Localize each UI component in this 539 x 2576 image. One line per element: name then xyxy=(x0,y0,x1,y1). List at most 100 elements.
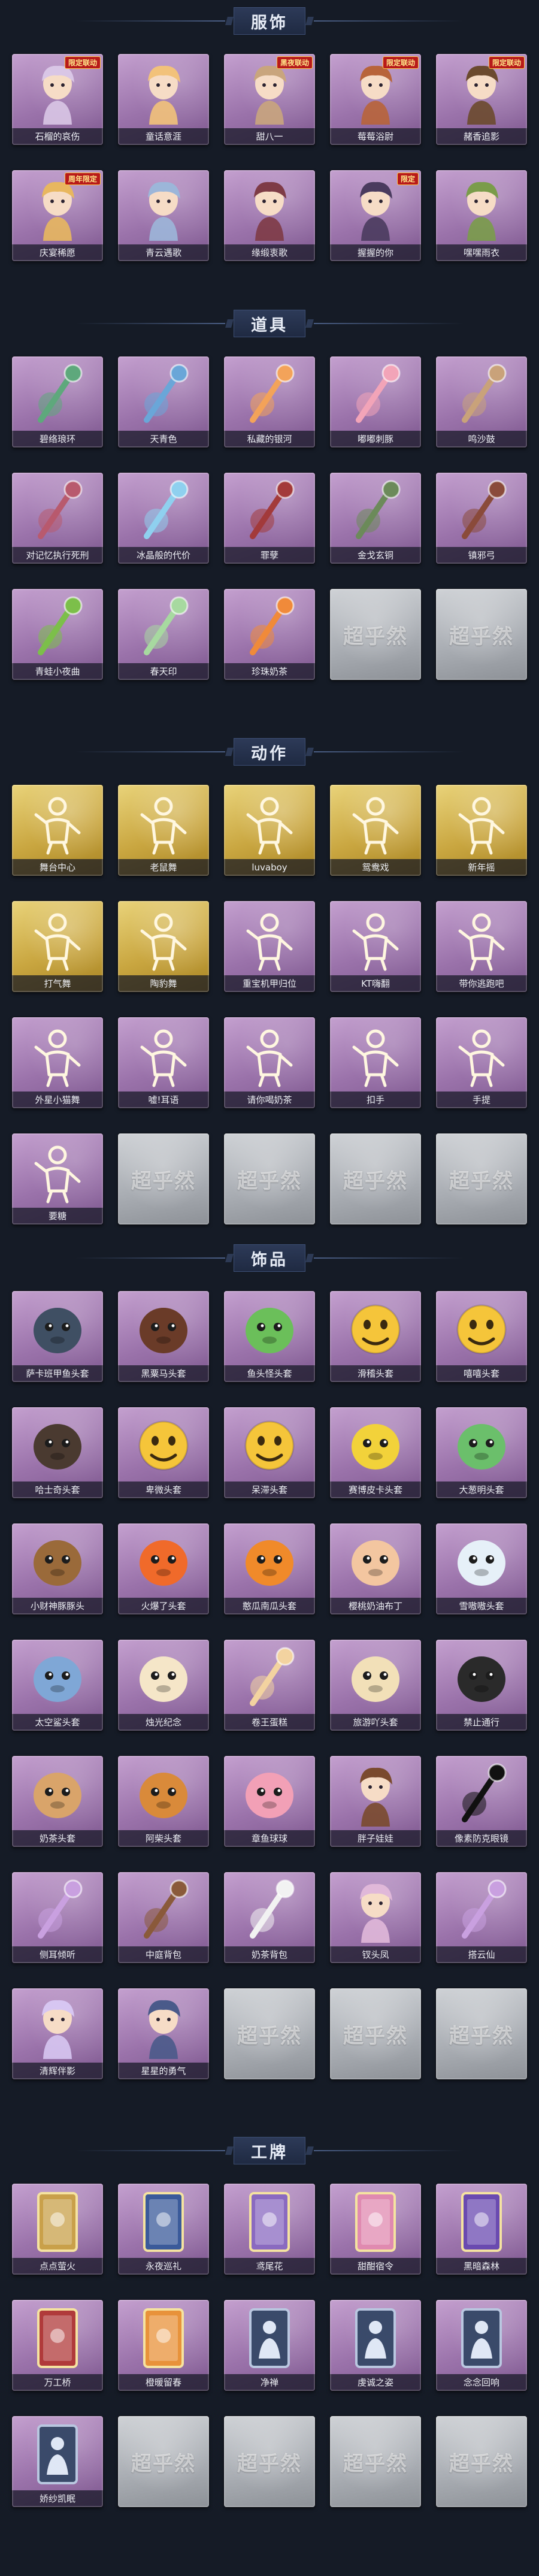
item-card[interactable]: 阿柴头套 xyxy=(118,1756,209,1847)
header-divider-right xyxy=(314,1257,464,1259)
item-card[interactable]: 烛光纪念 xyxy=(118,1640,209,1731)
item-card[interactable]: 新年摇 xyxy=(436,785,527,876)
item-card[interactable]: 青云遇歌 xyxy=(118,170,209,261)
item-card[interactable]: 奶茶背包 xyxy=(224,1872,315,1963)
item-card[interactable]: 黑粟马头套 xyxy=(118,1291,209,1382)
grin-face-icon xyxy=(447,1297,516,1362)
item-card[interactable]: 青蛙小夜曲 xyxy=(12,589,103,680)
item-card[interactable]: 请你喝奶茶 xyxy=(224,1017,315,1108)
header-divider-right xyxy=(314,20,464,22)
item-card[interactable]: 缘缎衷歌 xyxy=(224,170,315,261)
item-card[interactable]: 舞台中心 xyxy=(12,785,103,876)
item-label: 樱桃奶油布丁 xyxy=(330,1598,421,1614)
item-card[interactable]: 外星小猫舞 xyxy=(12,1017,103,1108)
item-card[interactable]: 嘟嘟刺豚 xyxy=(330,356,421,448)
hourglass-icon xyxy=(447,362,516,427)
item-card[interactable]: 周年限定 庆宴稀愿 xyxy=(12,170,103,261)
item-card[interactable]: 老鼠舞 xyxy=(118,785,209,876)
item-card[interactable]: 樱桃奶油布丁 xyxy=(330,1523,421,1614)
item-card[interactable]: 雪嗷嗷头套 xyxy=(436,1523,527,1614)
party-costume-icon xyxy=(23,176,92,241)
item-card[interactable]: 点点萤火 xyxy=(12,2184,103,2275)
item-card[interactable]: 禁止通行 xyxy=(436,1640,527,1731)
item-card[interactable]: 像素防克眼镜 xyxy=(436,1756,527,1847)
item-card[interactable]: 手提 xyxy=(436,1017,527,1108)
item-card[interactable]: 呆滞头套 xyxy=(224,1407,315,1498)
earring-icon xyxy=(23,1878,92,1943)
item-label: 点点萤火 xyxy=(12,2258,103,2275)
item-card[interactable]: 虔诚之姿 xyxy=(330,2300,421,2391)
item-card[interactable]: 搭云仙 xyxy=(436,1872,527,1963)
item-card[interactable]: 清辉伴影 xyxy=(12,1988,103,2079)
item-label: 赛博皮卡头套 xyxy=(330,1481,421,1498)
item-card[interactable]: 滑稽头套 xyxy=(330,1291,421,1382)
item-card[interactable]: 甜酣宿令 xyxy=(330,2184,421,2275)
pose-icon xyxy=(23,1139,92,1204)
maiden-costume-icon xyxy=(235,176,304,241)
item-card[interactable]: 珍珠奶茶 xyxy=(224,589,315,680)
item-label: 中庭背包 xyxy=(118,1946,209,1963)
item-card[interactable]: 鸢尾花 xyxy=(224,2184,315,2275)
item-card[interactable]: 奶茶头套 xyxy=(12,1756,103,1847)
item-card[interactable]: 万工桥 xyxy=(12,2300,103,2391)
item-card[interactable]: 冰晶般的代价 xyxy=(118,473,209,564)
item-card[interactable]: 限定联动 莓莓浴尉 xyxy=(330,54,421,145)
item-card[interactable]: 黑夜联动 甜八一 xyxy=(224,54,315,145)
item-card[interactable]: 永夜巡礼 xyxy=(118,2184,209,2275)
item-card[interactable]: 重宝机甲归位 xyxy=(224,901,315,992)
item-label: 鱼头怪头套 xyxy=(224,1365,315,1382)
item-card[interactable]: 鸳鸯戏 xyxy=(330,785,421,876)
category-title: 服饰 xyxy=(234,7,305,35)
item-card[interactable]: 萨卡班甲鱼头套 xyxy=(12,1291,103,1382)
item-card[interactable]: 星星的勇气 xyxy=(118,1988,209,2079)
item-card[interactable]: 限定联动 赭香追影 xyxy=(436,54,527,145)
item-card[interactable]: 限定 握握的你 xyxy=(330,170,421,261)
item-card[interactable]: 橙暖留春 xyxy=(118,2300,209,2391)
item-card[interactable]: 太空鲨头套 xyxy=(12,1640,103,1731)
item-card[interactable]: 嘻嘻头套 xyxy=(436,1291,527,1382)
item-card[interactable]: 金戈玄铜 xyxy=(330,473,421,564)
item-card[interactable]: 赛博皮卡头套 xyxy=(330,1407,421,1498)
item-card[interactable]: 哈士奇头套 xyxy=(12,1407,103,1498)
item-card[interactable]: 胖子娃娃 xyxy=(330,1756,421,1847)
item-card[interactable]: 扣手 xyxy=(330,1017,421,1108)
item-card[interactable]: 要糖 xyxy=(12,1133,103,1224)
silhouette-card-icon xyxy=(341,2306,410,2371)
item-card[interactable]: 卑微头套 xyxy=(118,1407,209,1498)
item-card[interactable]: 火爆了头套 xyxy=(118,1523,209,1614)
item-card[interactable]: 旅游吖头套 xyxy=(330,1640,421,1731)
item-card[interactable]: 大葱明头套 xyxy=(436,1407,527,1498)
item-card[interactable]: 小财神豚豚头 xyxy=(12,1523,103,1614)
item-card[interactable]: 中庭背包 xyxy=(118,1872,209,1963)
item-card[interactable]: 对记忆执行死刑 xyxy=(12,473,103,564)
item-card[interactable]: 钗头凤 xyxy=(330,1872,421,1963)
item-card[interactable]: 私藏的银河 xyxy=(224,356,315,448)
item-card[interactable]: 镇邪弓 xyxy=(436,473,527,564)
item-card[interactable]: 嘿嘿雨衣 xyxy=(436,170,527,261)
item-card[interactable]: 春天印 xyxy=(118,589,209,680)
item-card[interactable]: 罪孽 xyxy=(224,473,315,564)
item-card[interactable]: 限定联动 石榴的哀伤 xyxy=(12,54,103,145)
item-card[interactable]: 鱼头怪头套 xyxy=(224,1291,315,1382)
item-card[interactable]: 带你逃跑吧 xyxy=(436,901,527,992)
item-card[interactable]: 娇纱凯眠 xyxy=(12,2416,103,2507)
item-card[interactable]: KT嗨翻 xyxy=(330,901,421,992)
item-card[interactable]: 黑暗森林 xyxy=(436,2184,527,2275)
item-card[interactable]: 卷王蛋糕 xyxy=(224,1640,315,1731)
item-card[interactable]: 天青色 xyxy=(118,356,209,448)
item-card[interactable]: luvaboy xyxy=(224,785,315,876)
item-card[interactable]: 碧络琅环 xyxy=(12,356,103,448)
pose-icon xyxy=(341,1023,410,1088)
item-card[interactable]: 憨瓜南瓜头套 xyxy=(224,1523,315,1614)
item-card[interactable]: 嘘!耳语 xyxy=(118,1017,209,1108)
capybara-head-icon xyxy=(23,1529,92,1594)
item-card[interactable]: 念念回响 xyxy=(436,2300,527,2391)
item-card[interactable]: 鸣沙鼓 xyxy=(436,356,527,448)
item-card[interactable]: 侧耳倾听 xyxy=(12,1872,103,1963)
boy-costume-icon xyxy=(235,60,304,125)
item-card[interactable]: 净禅 xyxy=(224,2300,315,2391)
item-card[interactable]: 童话意涯 xyxy=(118,54,209,145)
item-card[interactable]: 章鱼球球 xyxy=(224,1756,315,1847)
item-card[interactable]: 陶豹舞 xyxy=(118,901,209,992)
item-card[interactable]: 打气舞 xyxy=(12,901,103,992)
